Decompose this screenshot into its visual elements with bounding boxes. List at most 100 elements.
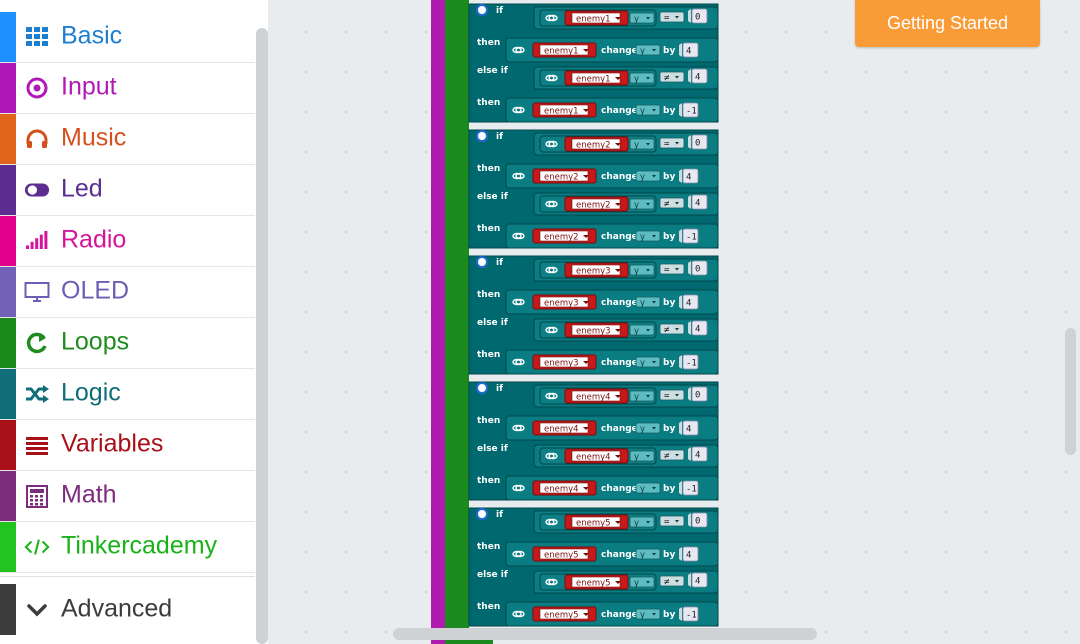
loop-strip bbox=[445, 0, 469, 644]
by-keyword: by bbox=[663, 610, 675, 620]
blocks-workspace[interactable]: if enemy1 y = 0 then enemy1 change y by 4 else if en… bbox=[268, 0, 1080, 644]
toggle-icon bbox=[24, 177, 50, 203]
change-keyword: change bbox=[601, 46, 638, 56]
then-keyword: then bbox=[477, 290, 500, 300]
radio-target-icon bbox=[24, 75, 50, 101]
number-value: 4 bbox=[686, 551, 691, 561]
num-socket bbox=[679, 103, 682, 117]
toolbox-scrollbar[interactable] bbox=[256, 28, 268, 644]
category-label: Led bbox=[61, 174, 103, 203]
operator-label: = bbox=[664, 140, 670, 150]
gear-icon[interactable] bbox=[476, 130, 488, 142]
by-keyword: by bbox=[663, 106, 675, 116]
chevron-down-icon bbox=[24, 597, 50, 623]
change-keyword: change bbox=[601, 610, 638, 620]
property-label: y bbox=[634, 141, 639, 151]
then-keyword: then bbox=[477, 602, 500, 612]
change-keyword: change bbox=[601, 550, 638, 560]
category-logic[interactable]: Logic bbox=[0, 369, 255, 420]
operator-label: = bbox=[664, 266, 670, 276]
category-radio[interactable]: Radio bbox=[0, 216, 255, 267]
num-socket bbox=[679, 547, 682, 561]
advanced-separator bbox=[0, 576, 255, 584]
sprite-name: enemy3 bbox=[576, 327, 611, 337]
else_if-keyword: else if bbox=[477, 192, 508, 202]
num-socket bbox=[679, 421, 682, 435]
num-socket bbox=[679, 607, 682, 621]
category-color-bar bbox=[0, 522, 16, 572]
category-input[interactable]: Input bbox=[0, 63, 255, 114]
category-led[interactable]: Led bbox=[0, 165, 255, 216]
by-keyword: by bbox=[663, 550, 675, 560]
if-keyword: if bbox=[496, 258, 503, 268]
by-keyword: by bbox=[663, 232, 675, 242]
workspace-vertical-scrollbar[interactable] bbox=[1065, 328, 1076, 455]
then-keyword: then bbox=[477, 38, 500, 48]
number-value: 4 bbox=[695, 451, 700, 461]
category-math[interactable]: Math bbox=[0, 471, 255, 522]
if-keyword: if bbox=[496, 132, 503, 142]
if-block-enemy1[interactable]: ifenemy1 y = 0thenenemy1 change y by 4else ifen… bbox=[468, 3, 719, 123]
if-keyword: if bbox=[496, 6, 503, 16]
category-color-bar bbox=[0, 369, 16, 419]
by-keyword: by bbox=[663, 46, 675, 56]
sprite-name: enemy3 bbox=[576, 267, 611, 277]
num-socket bbox=[679, 481, 682, 495]
property-label: y bbox=[634, 267, 639, 277]
by-keyword: by bbox=[663, 484, 675, 494]
operator-label: ≠ bbox=[664, 452, 670, 462]
gear-icon[interactable] bbox=[476, 4, 488, 16]
headphones-icon bbox=[24, 126, 50, 152]
if-block-enemy5[interactable]: ifenemy5 y = 0thenenemy5 change y by 4else ifen… bbox=[468, 507, 719, 627]
number-value: -1 bbox=[686, 359, 697, 369]
monitor-icon bbox=[24, 279, 50, 305]
sprite-name: enemy3 bbox=[544, 359, 579, 369]
if-block-enemy4[interactable]: ifenemy4 y = 0thenenemy4 change y by 4else ifen… bbox=[468, 381, 719, 501]
property-label: y bbox=[634, 75, 639, 85]
category-oled[interactable]: OLED bbox=[0, 267, 255, 318]
num-socket bbox=[688, 135, 691, 149]
category-music[interactable]: Music bbox=[0, 114, 255, 165]
category-basic[interactable]: Basic bbox=[0, 12, 255, 63]
num-socket bbox=[688, 573, 691, 587]
else_if-keyword: else if bbox=[477, 318, 508, 328]
property-label: y bbox=[634, 393, 639, 403]
number-value: -1 bbox=[686, 233, 697, 243]
refresh-icon bbox=[24, 330, 50, 356]
category-variables[interactable]: Variables bbox=[0, 420, 255, 471]
sprite-name: enemy5 bbox=[544, 611, 579, 621]
workspace-horizontal-scrollbar[interactable] bbox=[393, 628, 817, 640]
category-label: Advanced bbox=[61, 594, 173, 623]
operator-label: = bbox=[664, 392, 670, 402]
category-color-bar bbox=[0, 420, 16, 470]
block-stack[interactable]: ifenemy1 y = 0thenenemy1 change y by 4else ifen… bbox=[268, 0, 1080, 644]
category-label: Radio bbox=[61, 225, 127, 254]
if-block-enemy3[interactable]: ifenemy3 y = 0thenenemy3 change y by 4else ifen… bbox=[468, 255, 719, 375]
category-tinkercademy[interactable]: Tinkercademy bbox=[0, 522, 255, 573]
category-advanced[interactable]: Advanced bbox=[0, 584, 255, 635]
then-keyword: then bbox=[477, 416, 500, 426]
category-label: OLED bbox=[61, 276, 130, 305]
category-color-bar bbox=[0, 114, 16, 164]
num-socket bbox=[688, 387, 691, 401]
sprite-name: enemy5 bbox=[576, 579, 611, 589]
by-keyword: by bbox=[663, 424, 675, 434]
then-keyword: then bbox=[477, 476, 500, 486]
category-label: Loops bbox=[61, 327, 130, 356]
then-keyword: then bbox=[477, 542, 500, 552]
change-keyword: change bbox=[601, 424, 638, 434]
num-socket bbox=[679, 169, 682, 183]
operator-label: ≠ bbox=[664, 200, 670, 210]
getting-started-button[interactable]: Getting Started bbox=[855, 0, 1040, 47]
property-label: y bbox=[640, 299, 645, 309]
num-socket bbox=[688, 447, 691, 461]
if-block-enemy2[interactable]: ifenemy2 y = 0thenenemy2 change y by 4else ifen… bbox=[468, 129, 719, 249]
change-keyword: change bbox=[601, 106, 638, 116]
gear-icon[interactable] bbox=[476, 256, 488, 268]
gear-icon[interactable] bbox=[476, 508, 488, 520]
if-keyword: if bbox=[496, 384, 503, 394]
gear-icon[interactable] bbox=[476, 382, 488, 394]
category-loops[interactable]: Loops bbox=[0, 318, 255, 369]
category-color-bar bbox=[0, 12, 16, 62]
number-value: -1 bbox=[686, 611, 697, 621]
